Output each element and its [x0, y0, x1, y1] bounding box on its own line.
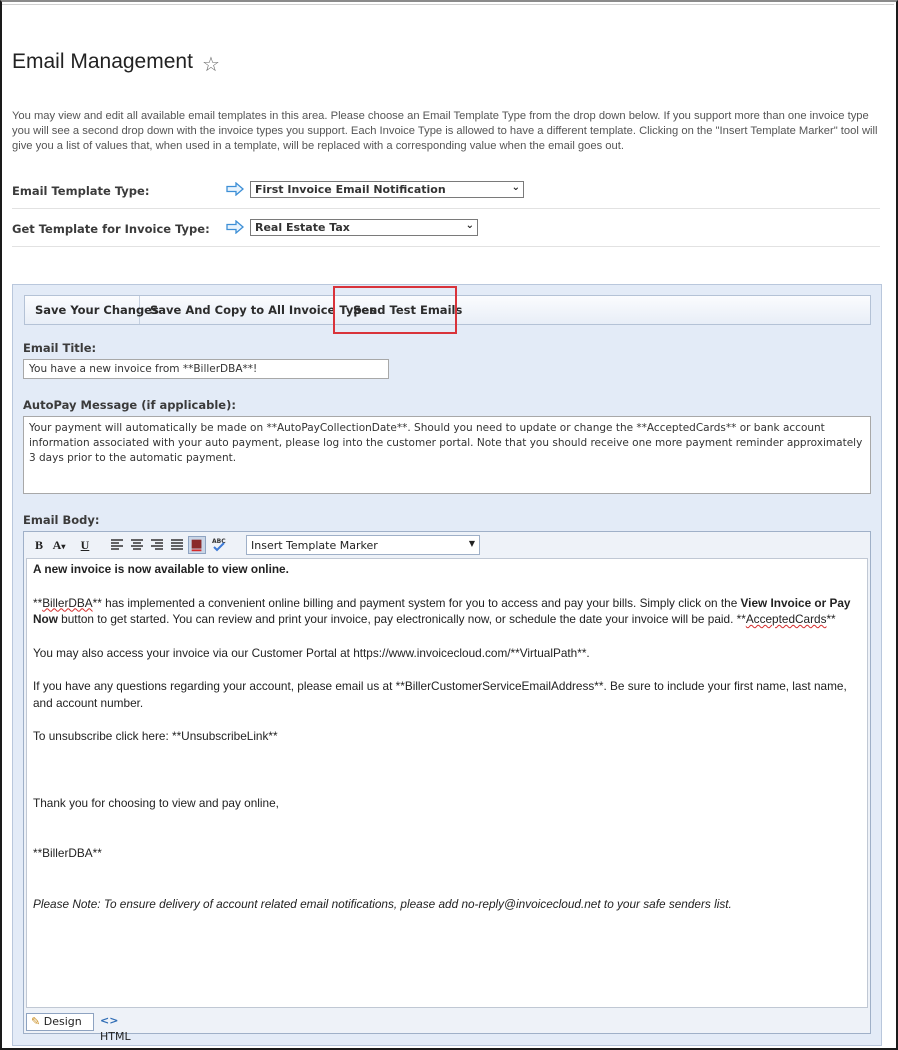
email-body-editor[interactable]: A new invoice is now available to view o… — [26, 558, 868, 1008]
send-test-emails-button[interactable]: Send Test Emails — [343, 296, 463, 324]
template-type-select[interactable]: First Invoice Email Notification ⌄ — [250, 181, 524, 198]
align-center-icon[interactable] — [128, 536, 146, 554]
design-mode-tab[interactable]: ✎ Design — [26, 1013, 94, 1031]
intro-text: You may view and edit all available emai… — [12, 110, 878, 152]
invoice-type-label: Get Template for Invoice Type: — [12, 222, 210, 236]
body-text: ** — [826, 612, 836, 626]
template-editor-panel: Save Your Changes Save And Copy to All I… — [12, 284, 882, 1046]
page-title: Email Management — [12, 50, 193, 73]
align-right-icon[interactable] — [148, 536, 166, 554]
body-text: ** has implemented a convenient online b… — [92, 595, 741, 610]
editor-mode-bar: ✎ Design <> HTML — [24, 1010, 870, 1043]
chevron-down-icon: ⌄ — [465, 220, 474, 231]
body-text: BillerDBA — [42, 595, 93, 610]
bold-button[interactable]: B — [30, 536, 48, 554]
body-paragraph-note: Please Note: To ensure delivery of accou… — [33, 896, 732, 911]
editor-toolbar: B A▾ U ABC Insert Template Marker ▼ — [24, 532, 870, 558]
justify-icon[interactable] — [168, 536, 186, 554]
autopay-textarea[interactable]: Your payment will automatically be made … — [23, 416, 871, 494]
body-paragraph-portal: You may also access your invoice via our… — [33, 645, 590, 660]
align-left-icon[interactable] — [108, 536, 126, 554]
rich-text-editor: B A▾ U ABC Insert Template Marker ▼ A ne… — [23, 531, 871, 1043]
marker-select-label: Insert Template Marker — [251, 539, 378, 552]
body-paragraph-thanks: Thank you for choosing to view and pay o… — [33, 795, 279, 810]
underline-button[interactable]: U — [76, 536, 94, 554]
save-copy-all-button[interactable]: Save And Copy to All Invoice Types — [140, 296, 376, 324]
insert-template-marker-select[interactable]: Insert Template Marker ▼ — [246, 535, 480, 555]
font-color-button[interactable]: A▾ — [50, 536, 68, 554]
invoice-type-value: Real Estate Tax — [255, 221, 350, 234]
html-mode-tab[interactable]: <> HTML — [96, 1013, 156, 1043]
body-paragraph-signature: **BillerDBA** — [33, 846, 102, 860]
save-button[interactable]: Save Your Changes — [25, 296, 159, 324]
pencil-icon: ✎ — [31, 1015, 41, 1028]
template-type-label: Email Template Type: — [12, 184, 150, 198]
body-paragraph-unsubscribe: To unsubscribe click here: **Unsubscribe… — [33, 729, 278, 743]
action-toolbar: Save Your Changes Save And Copy to All I… — [24, 295, 871, 325]
body-paragraph-questions: If you have any questions regarding your… — [33, 679, 847, 710]
template-type-row: Email Template Type: First Invoice Email… — [12, 172, 880, 209]
email-title-label: Email Title: — [23, 341, 97, 355]
autopay-label: AutoPay Message (if applicable): — [23, 398, 236, 412]
chevron-down-icon: ▼ — [468, 539, 475, 548]
arrow-right-icon — [226, 182, 244, 196]
body-heading: A new invoice is now available to view o… — [33, 562, 289, 576]
email-title-input[interactable]: You have a new invoice from **BillerDBA*… — [23, 359, 389, 379]
code-icon: <> — [100, 1014, 119, 1027]
highlight-color-icon[interactable] — [188, 536, 206, 554]
invoice-type-select[interactable]: Real Estate Tax ⌄ — [250, 219, 478, 236]
body-text: button to get started. You can review an… — [57, 612, 746, 626]
star-icon[interactable]: ☆ — [202, 52, 220, 77]
design-mode-label: Design — [43, 1015, 82, 1028]
template-type-value: First Invoice Email Notification — [255, 183, 446, 196]
chevron-down-icon: ▾ — [61, 542, 66, 551]
arrow-right-icon — [226, 220, 244, 234]
body-paragraph-intro: **BillerDBA** has implemented a convenie… — [33, 595, 861, 628]
invoice-type-row: Get Template for Invoice Type: Real Esta… — [12, 210, 880, 247]
chevron-down-icon: ⌄ — [511, 182, 520, 193]
body-text: AcceptedCards — [745, 612, 827, 626]
html-mode-label: HTML — [100, 1030, 131, 1043]
body-text: ** — [33, 595, 43, 610]
email-body-label: Email Body: — [23, 513, 100, 527]
top-divider — [2, 4, 894, 5]
spellcheck-icon[interactable]: ABC — [210, 536, 228, 554]
